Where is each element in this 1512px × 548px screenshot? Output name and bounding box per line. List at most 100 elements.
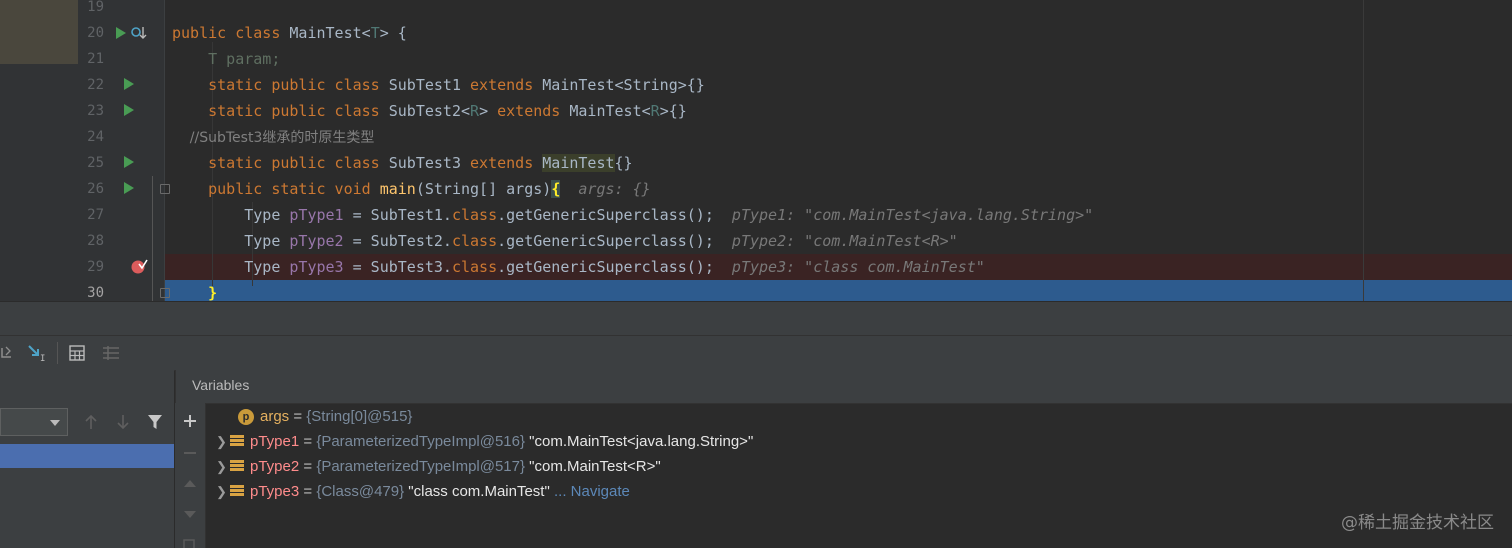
code-text: .getGenericSuperclass(); [497,232,714,250]
code-line-25[interactable]: static public class SubTest3 extends Mai… [172,150,633,176]
code-text: (String[] args) [415,180,552,198]
code-line-27[interactable]: Type pType1 = SubTest1.class.getGenericS… [172,202,1093,228]
keyword: extends [470,76,543,94]
remove-watch-icon[interactable] [182,445,198,461]
fold-icon[interactable] [160,184,170,194]
run-icon[interactable] [124,182,134,194]
evaluate-expression-icon[interactable] [69,345,85,361]
filter-icon[interactable] [147,414,163,430]
line-number: 22 [87,77,104,93]
keyword: static public class [172,102,389,120]
code-text: = SubTest3. [343,258,452,276]
matched-brace: { [551,180,561,198]
inline-debug-value: pType2: "com.MainTest<R>" [713,232,958,250]
expand-chevron-icon[interactable]: ❯ [216,454,230,479]
code-text: = SubTest1. [343,206,452,224]
variable-value: "com.MainTest<R>" [529,458,661,475]
parameter-icon: p [238,409,254,425]
type-param: T [370,24,380,42]
thread-select[interactable] [0,408,68,436]
field-icon [230,485,244,497]
selected-frame-row[interactable] [0,444,174,468]
class-name: SubTest1 [388,76,471,94]
variable-equals: = [289,408,307,425]
code-text: = SubTest2. [343,232,452,250]
variable-name: pType1 [250,433,300,450]
variable-row-ptype2[interactable]: ❯ pType2 = {ParameterizedTypeImpl@517} "c… [216,454,661,479]
implemented-down-icon[interactable] [130,25,148,41]
watermark: @稀土掘金技术社区 [1341,513,1494,533]
fold-icon[interactable] [160,288,170,298]
debug-toolbar: I [0,335,1512,371]
duplicate-watch-icon[interactable] [182,539,198,548]
highlighted-usage: MainTest [542,154,615,172]
code-line-20[interactable]: public class MainTest<T> { [172,20,407,46]
code-line-22[interactable]: static public class SubTest1 extends Mai… [172,72,705,98]
variable-name: args [260,408,290,425]
variable-row-ptype3[interactable]: ❯ pType3 = {Class@479} "class com.MainTes… [216,479,630,504]
svg-text:I: I [40,354,45,362]
inline-debug-value: pType1: "com.MainTest<java.lang.String>" [713,206,1094,224]
line-number: 25 [87,155,104,171]
code-comment: //SubTest3继承的时原生类型 [172,130,375,146]
variable-equals: = [299,433,317,450]
trace-stream-icon[interactable] [102,346,120,360]
class-name: MainTest< [289,24,371,42]
variable-value: "class com.MainTest" [408,483,550,500]
keyword: public static void [172,180,380,198]
run-icon[interactable] [124,104,134,116]
variable-name: pType2 [250,458,300,475]
code-text: > [479,102,498,120]
breakpoint-icon[interactable] [130,257,148,275]
line-number: 24 [87,129,104,145]
variable-row-args[interactable]: p args = {String[0]@515} [238,404,412,429]
type-param: R [650,102,660,120]
expand-chevron-icon[interactable]: ❯ [216,429,230,454]
line-number: 26 [87,181,104,197]
code-text: {} [614,154,633,172]
keyword: extends [497,102,570,120]
previous-frame-icon[interactable] [84,414,98,430]
code-line-21[interactable]: T param; [172,46,280,72]
keyword: class [451,232,498,250]
run-to-cursor-icon[interactable]: I [27,344,47,362]
variable-type: {ParameterizedTypeImpl@516} [316,433,530,450]
variable-type: {String[0]@515} [306,408,413,425]
code-text: > { [379,24,407,42]
chevron-down-icon [50,420,60,426]
code-line-30[interactable]: } [172,280,217,301]
code-line-29[interactable]: Type pType3 = SubTest3.class.getGenericS… [172,254,985,280]
line-number: 27 [87,207,104,223]
line-number: 30 [87,285,104,301]
code-line-23[interactable]: static public class SubTest2<R> extends … [172,98,687,124]
run-icon[interactable] [124,156,134,168]
code-text: MainTest< [569,102,651,120]
code-line-28[interactable]: Type pType2 = SubTest2.class.getGenericS… [172,228,958,254]
field-icon [230,435,244,447]
variable-equals: = [299,458,317,475]
class-name: SubTest2< [388,102,471,120]
move-down-icon[interactable] [183,510,197,520]
variable-row-ptype1[interactable]: ❯ pType1 = {ParameterizedTypeImpl@516} "c… [216,429,753,454]
run-icon[interactable] [116,27,126,39]
move-up-icon[interactable] [183,478,197,488]
line-number: 23 [87,103,104,119]
line-number: 19 [87,0,104,15]
navigate-link[interactable]: ... Navigate [550,483,630,500]
code-line-24[interactable]: //SubTest3继承的时原生类型 [172,124,375,150]
next-frame-icon[interactable] [116,414,130,430]
code-line-26[interactable]: public static void main(String[] args){ … [172,176,651,202]
code-text: Type [172,258,290,276]
run-icon[interactable] [124,78,134,90]
line-number: 21 [87,51,104,67]
add-watch-icon[interactable] [182,413,198,429]
inline-debug-value: pType3: "class com.MainTest" [713,258,985,276]
variables-title-bar [176,370,1512,404]
code-editor[interactable]: 19 20 21 22 23 24 25 26 27 28 29 30 publ… [0,0,1512,301]
expand-chevron-icon[interactable]: ❯ [216,479,230,504]
variable-name: pType3 [250,483,300,500]
step-out-icon[interactable] [0,344,14,360]
type-param: R [470,102,480,120]
variables-title: Variables [192,377,250,393]
keyword: class [451,206,498,224]
